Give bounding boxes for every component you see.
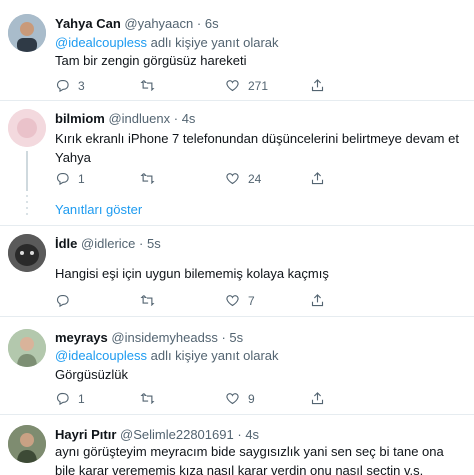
thread-continuation-dots bbox=[22, 195, 32, 219]
timestamp[interactable]: 5s bbox=[147, 236, 161, 251]
display-name[interactable]: meyrays bbox=[55, 330, 108, 345]
reply-icon bbox=[56, 294, 69, 308]
share-button[interactable] bbox=[310, 171, 333, 186]
reply-icon bbox=[56, 172, 69, 186]
tweet-3[interactable]: İdle @idlerice · 5s Hangisi eşi için uyg… bbox=[0, 226, 474, 314]
reply-count: 1 bbox=[78, 391, 85, 406]
user-handle[interactable]: @idlerice bbox=[81, 236, 135, 251]
action-bar: 1 24 bbox=[55, 171, 415, 189]
avatar[interactable] bbox=[8, 329, 46, 367]
display-name[interactable]: İdle bbox=[55, 236, 77, 251]
separator-dot: · bbox=[237, 427, 242, 442]
tweet-5[interactable]: Hayri Pıtır @Selimle22801691 · 4s aynı g… bbox=[0, 415, 474, 475]
avatar[interactable] bbox=[8, 425, 46, 463]
reply-to-label: adlı kişiye yanıt olarak bbox=[150, 348, 279, 363]
separator-dot: · bbox=[196, 16, 202, 31]
share-button[interactable] bbox=[310, 391, 333, 406]
retweet-icon bbox=[140, 393, 155, 404]
like-button[interactable]: 24 bbox=[225, 171, 261, 186]
reply-count: 3 bbox=[78, 78, 85, 93]
tweet-header: Hayri Pıtır @Selimle22801691 · 4s bbox=[55, 427, 259, 442]
tweet-text: aynı görüşteyim meyracım bide saygısızlı… bbox=[55, 444, 444, 475]
timestamp[interactable]: 5s bbox=[229, 330, 243, 345]
reply-button[interactable]: 3 bbox=[55, 78, 85, 93]
tweet-4[interactable]: meyrays @insidemyheadss · 5s @idealcoupl… bbox=[0, 317, 474, 411]
like-count: 24 bbox=[248, 171, 262, 186]
share-icon bbox=[311, 172, 324, 185]
tweet-header: meyrays @insidemyheadss · 5s bbox=[55, 330, 243, 345]
tweet-text: Kırık ekranlı iPhone 7 telefonundan düşü… bbox=[55, 131, 459, 165]
user-handle[interactable]: @indluenx bbox=[108, 111, 170, 126]
avatar[interactable] bbox=[8, 14, 46, 52]
reply-button[interactable] bbox=[55, 293, 78, 308]
separator-dot: · bbox=[173, 111, 179, 126]
heart-icon bbox=[226, 393, 239, 405]
show-replies-link[interactable]: Yanıtları göster bbox=[55, 202, 142, 217]
user-handle[interactable]: @Selimle22801691 bbox=[120, 427, 234, 442]
tweet-header: İdle @idlerice · 5s bbox=[55, 236, 161, 251]
avatar-photo-icon bbox=[8, 109, 46, 147]
like-button[interactable]: 7 bbox=[225, 293, 255, 308]
avatar-photo-icon bbox=[8, 234, 46, 272]
action-bar: 3 271 bbox=[55, 78, 415, 96]
display-name[interactable]: Hayri Pıtır bbox=[55, 427, 116, 442]
like-button[interactable]: 271 bbox=[225, 78, 268, 93]
separator-dot: · bbox=[139, 236, 144, 251]
heart-icon bbox=[226, 173, 239, 185]
retweet-icon bbox=[140, 295, 155, 306]
heart-icon bbox=[226, 80, 239, 92]
action-bar: 1 9 bbox=[55, 391, 415, 409]
tweet-text: Hangisi eşi için uygun bilememiş kolaya … bbox=[55, 266, 329, 281]
like-count: 7 bbox=[248, 293, 255, 308]
timestamp[interactable]: 6s bbox=[205, 16, 219, 31]
share-icon bbox=[311, 392, 324, 405]
reply-icon bbox=[56, 392, 69, 406]
tweet-2[interactable]: bilmiom @indluenx · 4s Kırık ekranlı iPh… bbox=[0, 101, 474, 225]
reply-button[interactable]: 1 bbox=[55, 171, 85, 186]
reply-context: @idealcoupless adlı kişiye yanıt olarak bbox=[55, 348, 279, 363]
avatar[interactable] bbox=[8, 109, 46, 147]
user-handle[interactable]: @insidemyheadss bbox=[111, 330, 217, 345]
retweet-button[interactable] bbox=[140, 78, 163, 93]
reply-button[interactable]: 1 bbox=[55, 391, 85, 406]
tweet-1[interactable]: Yahya Can @yahyaacn · 6s @idealcoupless … bbox=[0, 0, 474, 98]
display-name[interactable]: Yahya Can bbox=[55, 16, 121, 31]
retweet-button[interactable] bbox=[140, 293, 163, 308]
tweet-header: bilmiom @indluenx · 4s bbox=[55, 111, 195, 126]
timestamp[interactable]: 4s bbox=[182, 111, 196, 126]
heart-icon bbox=[226, 295, 239, 307]
share-button[interactable] bbox=[310, 293, 333, 308]
tweet-text: Tam bir zengin görgüsüz hareketi bbox=[55, 53, 247, 68]
display-name[interactable]: bilmiom bbox=[55, 111, 105, 126]
user-handle[interactable]: @yahyaacn bbox=[124, 16, 193, 31]
tweet-text: Görgüsüzlük bbox=[55, 367, 128, 382]
retweet-icon bbox=[140, 80, 155, 91]
reply-count: 1 bbox=[78, 171, 85, 186]
thread-line bbox=[26, 151, 28, 191]
tweet-header: Yahya Can @yahyaacn · 6s bbox=[55, 16, 219, 31]
reply-icon bbox=[56, 79, 69, 93]
like-button[interactable]: 9 bbox=[225, 391, 255, 406]
separator-dot: · bbox=[221, 330, 226, 345]
share-button[interactable] bbox=[310, 78, 333, 93]
like-count: 9 bbox=[248, 391, 255, 406]
share-icon bbox=[311, 79, 324, 92]
retweet-icon bbox=[140, 173, 155, 184]
reply-to-label: adlı kişiye yanıt olarak bbox=[150, 35, 279, 50]
avatar[interactable] bbox=[8, 234, 46, 272]
retweet-button[interactable] bbox=[140, 171, 163, 186]
share-icon bbox=[311, 294, 324, 307]
retweet-button[interactable] bbox=[140, 391, 163, 406]
avatar-photo-icon bbox=[8, 14, 46, 52]
action-bar: 7 bbox=[55, 293, 415, 311]
reply-context: @idealcoupless adlı kişiye yanıt olarak bbox=[55, 35, 279, 50]
mention-link[interactable]: @idealcoupless bbox=[55, 348, 147, 363]
mention-link[interactable]: @idealcoupless bbox=[55, 35, 147, 50]
avatar-photo-icon bbox=[8, 329, 46, 367]
avatar-photo-icon bbox=[8, 425, 46, 463]
timestamp[interactable]: 4s bbox=[245, 427, 259, 442]
like-count: 271 bbox=[248, 78, 269, 93]
